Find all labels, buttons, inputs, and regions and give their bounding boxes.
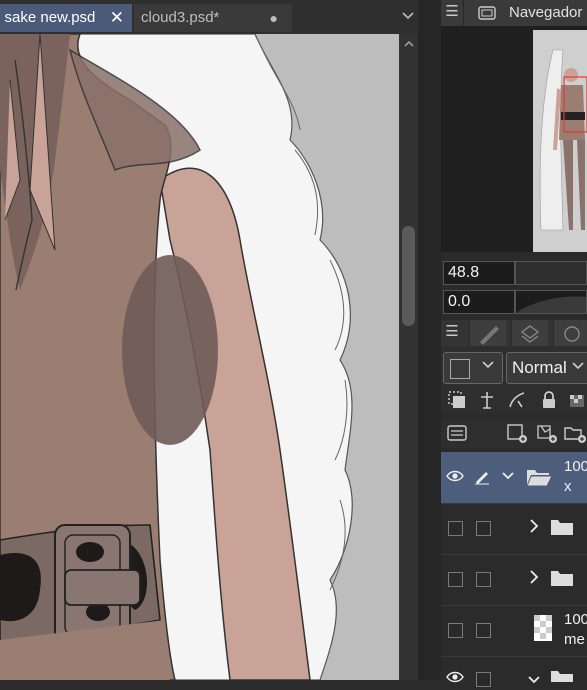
folder-icon xyxy=(549,568,575,593)
document-tab[interactable]: cloud3.psd* ● xyxy=(134,4,292,32)
visibility-checkbox[interactable] xyxy=(448,623,463,638)
document-tab-active[interactable]: n sake new.psd ✕ xyxy=(0,4,132,32)
layer-search-tab-icon[interactable] xyxy=(553,320,587,346)
layer-row-folder[interactable] xyxy=(441,554,587,606)
tab-label: cloud3.psd* xyxy=(141,9,220,26)
canvas-vertical-scrollbar[interactable] xyxy=(399,34,418,680)
chevron-down-icon xyxy=(481,357,495,373)
layer-opacity-label: 100 xyxy=(564,611,587,628)
panel-menu-icon[interactable]: ☰ xyxy=(441,320,463,346)
layer-list-icon[interactable] xyxy=(446,422,468,444)
blend-mode-value: Normal xyxy=(512,358,567,377)
edit-checkbox[interactable] xyxy=(476,623,491,638)
unsaved-dot-icon: ● xyxy=(269,10,278,26)
reference-layer-icon[interactable] xyxy=(476,389,498,411)
layer-name-label: x xyxy=(564,478,572,495)
drawing-canvas[interactable] xyxy=(0,34,399,680)
rotation-slider[interactable] xyxy=(515,290,587,314)
lock-transparent-icon[interactable] xyxy=(566,389,587,411)
layer-name-label: me xyxy=(564,631,585,648)
visibility-checkbox[interactable] xyxy=(448,521,463,536)
navigator-thumbnail[interactable] xyxy=(533,30,587,252)
rotation-value: 0.0 xyxy=(448,293,471,310)
zoom-value: 48.8 xyxy=(448,264,480,281)
new-raster-layer-icon[interactable] xyxy=(505,422,527,444)
chevron-down-icon[interactable] xyxy=(501,468,515,486)
new-vector-layer-icon[interactable] xyxy=(535,422,557,444)
tab-label: n sake new.psd xyxy=(0,9,96,26)
folder-open-icon xyxy=(549,668,575,687)
edit-checkbox[interactable] xyxy=(476,572,491,587)
blend-mode-select[interactable]: Normal xyxy=(506,352,587,384)
scrollbar-thumb[interactable] xyxy=(402,226,415,326)
layer-opacity-label: 100 xyxy=(564,458,587,475)
layer-row-folder-selected[interactable]: 100 x xyxy=(441,452,587,504)
zoom-slider[interactable] xyxy=(515,261,587,285)
chevron-right-icon[interactable] xyxy=(529,518,539,539)
close-icon[interactable]: ✕ xyxy=(110,4,124,32)
panel-menu-icon[interactable]: ☰ xyxy=(441,0,464,26)
chevron-up-icon[interactable] xyxy=(399,36,418,52)
layer-row-raster[interactable]: 100 me xyxy=(441,605,587,657)
visibility-checkbox[interactable] xyxy=(448,572,463,587)
navigator-icon xyxy=(478,5,496,21)
new-folder-icon[interactable] xyxy=(563,422,586,444)
lock-icon[interactable] xyxy=(538,389,560,411)
pencil-icon[interactable] xyxy=(473,467,489,485)
chevron-down-icon[interactable] xyxy=(398,8,418,28)
layer-property-tab-icon[interactable] xyxy=(511,320,548,346)
eye-icon[interactable] xyxy=(446,469,464,485)
layer-row-folder[interactable] xyxy=(441,656,587,687)
chevron-down-icon[interactable] xyxy=(527,672,541,690)
panel-divider[interactable] xyxy=(418,0,441,680)
edit-checkbox[interactable] xyxy=(476,521,491,536)
eye-icon[interactable] xyxy=(446,670,464,686)
chevron-right-icon[interactable] xyxy=(529,569,539,590)
folder-open-icon xyxy=(525,466,553,493)
layer-color-dropdown[interactable] xyxy=(443,352,503,384)
navigator-title: Navegador xyxy=(509,4,583,21)
chevron-down-icon xyxy=(571,358,585,374)
layer-thumbnail-icon xyxy=(534,615,552,646)
layer-row-folder[interactable] xyxy=(441,503,587,555)
artwork-illustration xyxy=(0,34,399,680)
folder-icon xyxy=(549,517,575,542)
brush-tab-icon[interactable] xyxy=(469,320,506,346)
document-tab-bar: n sake new.psd ✕ cloud3.psd* ● xyxy=(0,0,421,34)
draft-layer-icon[interactable] xyxy=(506,389,528,411)
color-square-icon xyxy=(450,359,470,379)
clip-layer-icon[interactable] xyxy=(446,389,468,411)
